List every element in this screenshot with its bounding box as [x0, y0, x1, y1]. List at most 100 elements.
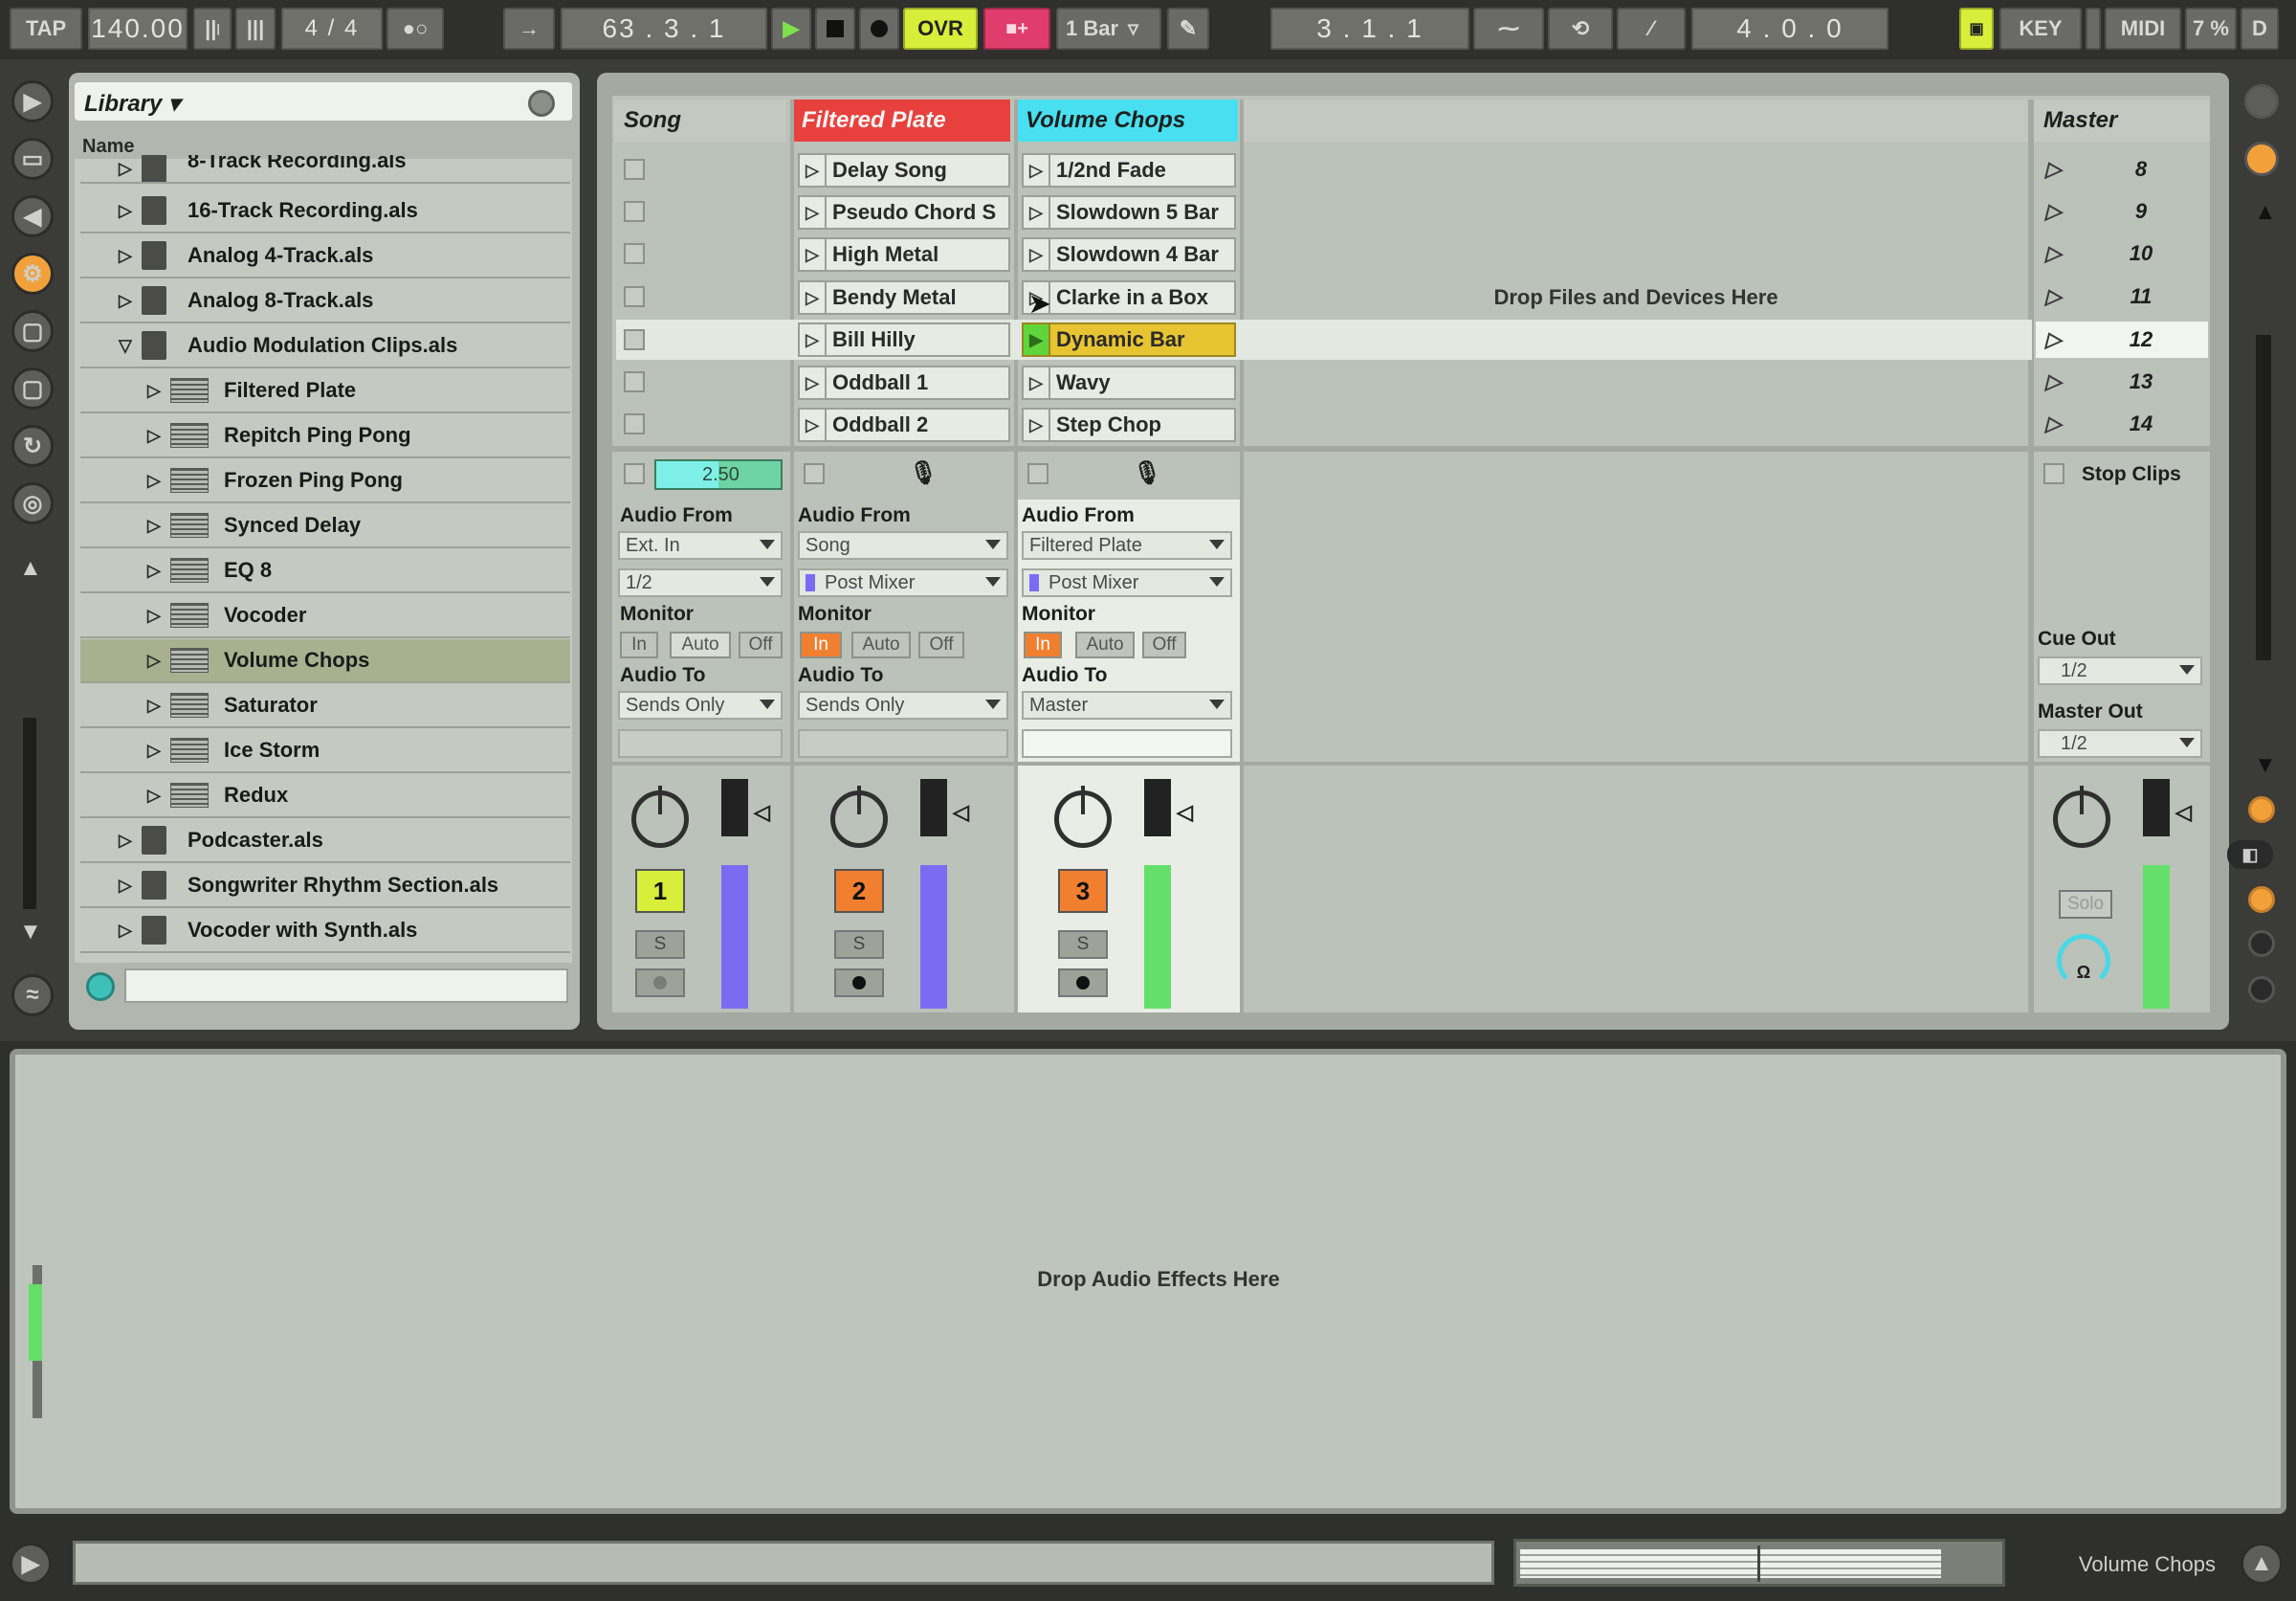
- clip-slot[interactable]: ▷ Step Chop: [1022, 408, 1236, 442]
- play-button[interactable]: ▶: [771, 8, 811, 50]
- punch-in-button[interactable]: ⁓: [1473, 8, 1544, 50]
- browser-item[interactable]: ▷ Redux: [80, 774, 570, 818]
- clip-slot[interactable]: ▷ Oddball 2: [798, 408, 1010, 442]
- clip-launch-icon[interactable]: ▷: [800, 239, 827, 270]
- expand-arrow-icon[interactable]: ▷: [147, 651, 170, 671]
- master-solo-button[interactable]: Solo: [2059, 890, 2112, 919]
- session-scrollbar[interactable]: [2256, 335, 2271, 660]
- monitor-in-button[interactable]: In: [1024, 632, 1062, 658]
- clip-slot[interactable]: ▷ Pseudo Chord S: [798, 195, 1010, 230]
- browser-toggle-play-icon[interactable]: ▶: [11, 80, 54, 122]
- audio-to-channel-select[interactable]: [798, 729, 1008, 758]
- browser-scroll-down-icon[interactable]: ▼: [19, 919, 42, 945]
- computer-midi-keyboard-indicator[interactable]: ▣: [1959, 8, 1994, 50]
- plugin-browser-icon[interactable]: ⚙: [11, 253, 54, 295]
- audio-to-channel-select[interactable]: [618, 729, 783, 758]
- track-activator-button[interactable]: 2: [834, 869, 884, 913]
- browser-item[interactable]: ▷ Synced Delay: [80, 504, 570, 548]
- expand-arrow-icon[interactable]: ▷: [147, 516, 170, 536]
- arm-microphone-icon[interactable]: 🎙: [909, 459, 938, 487]
- browser-item[interactable]: ▷ Repitch Ping Pong: [80, 414, 570, 458]
- master-volume-meter[interactable]: [2141, 779, 2175, 1009]
- loop-button[interactable]: ⟲: [1548, 8, 1613, 50]
- clip-stop-slot[interactable]: [624, 371, 645, 392]
- audio-to-select[interactable]: Sends Only: [618, 691, 783, 720]
- clip-slot[interactable]: ▷ Wavy: [1022, 366, 1236, 400]
- browser-item[interactable]: ▷ 8-Track Recording.als: [80, 155, 570, 184]
- solo-button[interactable]: S: [1058, 930, 1108, 959]
- expand-arrow-icon[interactable]: ▷: [147, 786, 170, 806]
- browser-item[interactable]: ▷ Analog 8-Track.als: [80, 279, 570, 323]
- key-map-button[interactable]: KEY: [1999, 8, 2082, 50]
- solo-button[interactable]: S: [834, 930, 884, 959]
- scene-launch[interactable]: ▷ 8: [2036, 151, 2208, 188]
- monitor-in-button[interactable]: In: [620, 632, 658, 658]
- metronome-button[interactable]: ●○: [386, 8, 444, 50]
- clip-launch-icon[interactable]: ▷: [1024, 239, 1050, 270]
- browser-scroll-up-icon[interactable]: ▲: [19, 555, 42, 582]
- scene-launch[interactable]: ▷ 13: [2036, 364, 2208, 400]
- clip-stop-slot[interactable]: [624, 413, 645, 434]
- browser-item[interactable]: ▽ Audio Modulation Clips.als: [80, 324, 570, 368]
- time-signature-field[interactable]: 4 / 4: [281, 8, 383, 50]
- groove-pool-icon[interactable]: ≈: [11, 974, 54, 1016]
- volume-meter[interactable]: [918, 779, 953, 1009]
- expand-arrow-icon[interactable]: ▷: [119, 831, 142, 851]
- detail-view-toggle-icon[interactable]: ▲: [2241, 1543, 2283, 1585]
- clip-slot-playing[interactable]: ▶ Dynamic Bar: [1022, 322, 1236, 357]
- monitor-off-button[interactable]: Off: [739, 632, 783, 658]
- ovr-button[interactable]: OVR: [903, 8, 978, 50]
- scene-launch-icon[interactable]: ▷: [2036, 327, 2074, 352]
- expand-arrow-icon[interactable]: ▷: [119, 246, 142, 266]
- audio-to-channel-select[interactable]: [1022, 729, 1232, 758]
- audio-from-select[interactable]: Filtered Plate: [1022, 531, 1232, 560]
- input-channel-select[interactable]: Post Mixer: [798, 568, 1008, 597]
- folder-1-icon[interactable]: ▢: [11, 310, 54, 352]
- browser-item[interactable]: ▷ Analog 4-Track.als: [80, 234, 570, 278]
- arrangement-toggle-icon[interactable]: ▶: [10, 1543, 52, 1585]
- volume-fader-icon[interactable]: ◁: [1177, 800, 1193, 825]
- scene-launch[interactable]: ▷ 10: [2036, 235, 2208, 272]
- browser-item[interactable]: ▷ Songwriter Rhythm Section.als: [80, 864, 570, 908]
- browser-item[interactable]: ▷ Filtered Plate: [80, 369, 570, 413]
- scene-launch-icon[interactable]: ▷: [2036, 199, 2074, 224]
- track-activator-button[interactable]: 1: [635, 869, 685, 913]
- overview-visible-region[interactable]: [1520, 1549, 1941, 1578]
- scene-launch-icon[interactable]: ▷: [2036, 284, 2074, 309]
- record-arm-button[interactable]: [635, 968, 685, 997]
- folder-4-icon[interactable]: ◎: [11, 482, 54, 524]
- monitor-off-button[interactable]: Off: [1142, 632, 1186, 658]
- loop-start-field[interactable]: 3 . 1 . 1: [1270, 8, 1469, 50]
- master-track-header[interactable]: Master: [2034, 100, 2210, 142]
- scene-launch[interactable]: ▷ 14: [2036, 406, 2208, 442]
- clip-slot[interactable]: ▷ Bendy Metal: [798, 280, 1010, 315]
- clip-slot[interactable]: ▷ Clarke in a Box: [1022, 280, 1236, 315]
- expand-arrow-icon[interactable]: ▷: [147, 741, 170, 761]
- record-arm-button[interactable]: [834, 968, 884, 997]
- record-button[interactable]: [859, 8, 899, 50]
- clip-stop-slot[interactable]: [624, 159, 645, 180]
- solo-button[interactable]: S: [635, 930, 685, 959]
- scene-launch[interactable]: ▷ 9: [2036, 193, 2208, 230]
- song-position-field[interactable]: 63 . 3 . 1: [561, 8, 767, 50]
- clip-slot[interactable]: ▷ Bill Hilly: [798, 322, 1010, 357]
- scene-launch-icon[interactable]: ▷: [2036, 411, 2074, 436]
- clip-launch-icon[interactable]: ▷: [800, 282, 827, 313]
- clip-launch-icon[interactable]: ▷: [800, 197, 827, 228]
- browser-item-selected[interactable]: ▷ Volume Chops: [80, 639, 570, 683]
- clip-stop-slot[interactable]: [624, 286, 645, 307]
- expand-arrow-icon[interactable]: ▷: [119, 876, 142, 896]
- folder-2-icon[interactable]: ▢: [11, 367, 54, 410]
- monitor-auto-button[interactable]: Auto: [1075, 632, 1135, 658]
- clip-stop-slot[interactable]: [624, 329, 645, 350]
- overview-bar[interactable]: [1513, 1539, 2005, 1587]
- clip-slot[interactable]: ▷ 1/2nd Fade: [1022, 153, 1236, 188]
- clip-launch-icon[interactable]: ▷: [800, 155, 827, 186]
- expand-arrow-icon[interactable]: ▷: [147, 381, 170, 401]
- delay-toggle-icon[interactable]: [2248, 976, 2275, 1003]
- expand-arrow-icon[interactable]: ▷: [147, 561, 170, 581]
- monitor-in-button[interactable]: In: [800, 632, 842, 658]
- clip-playing-icon[interactable]: ▶: [1024, 324, 1050, 355]
- input-channel-select[interactable]: 1/2: [618, 568, 783, 597]
- scene-launch-icon[interactable]: ▷: [2036, 241, 2074, 266]
